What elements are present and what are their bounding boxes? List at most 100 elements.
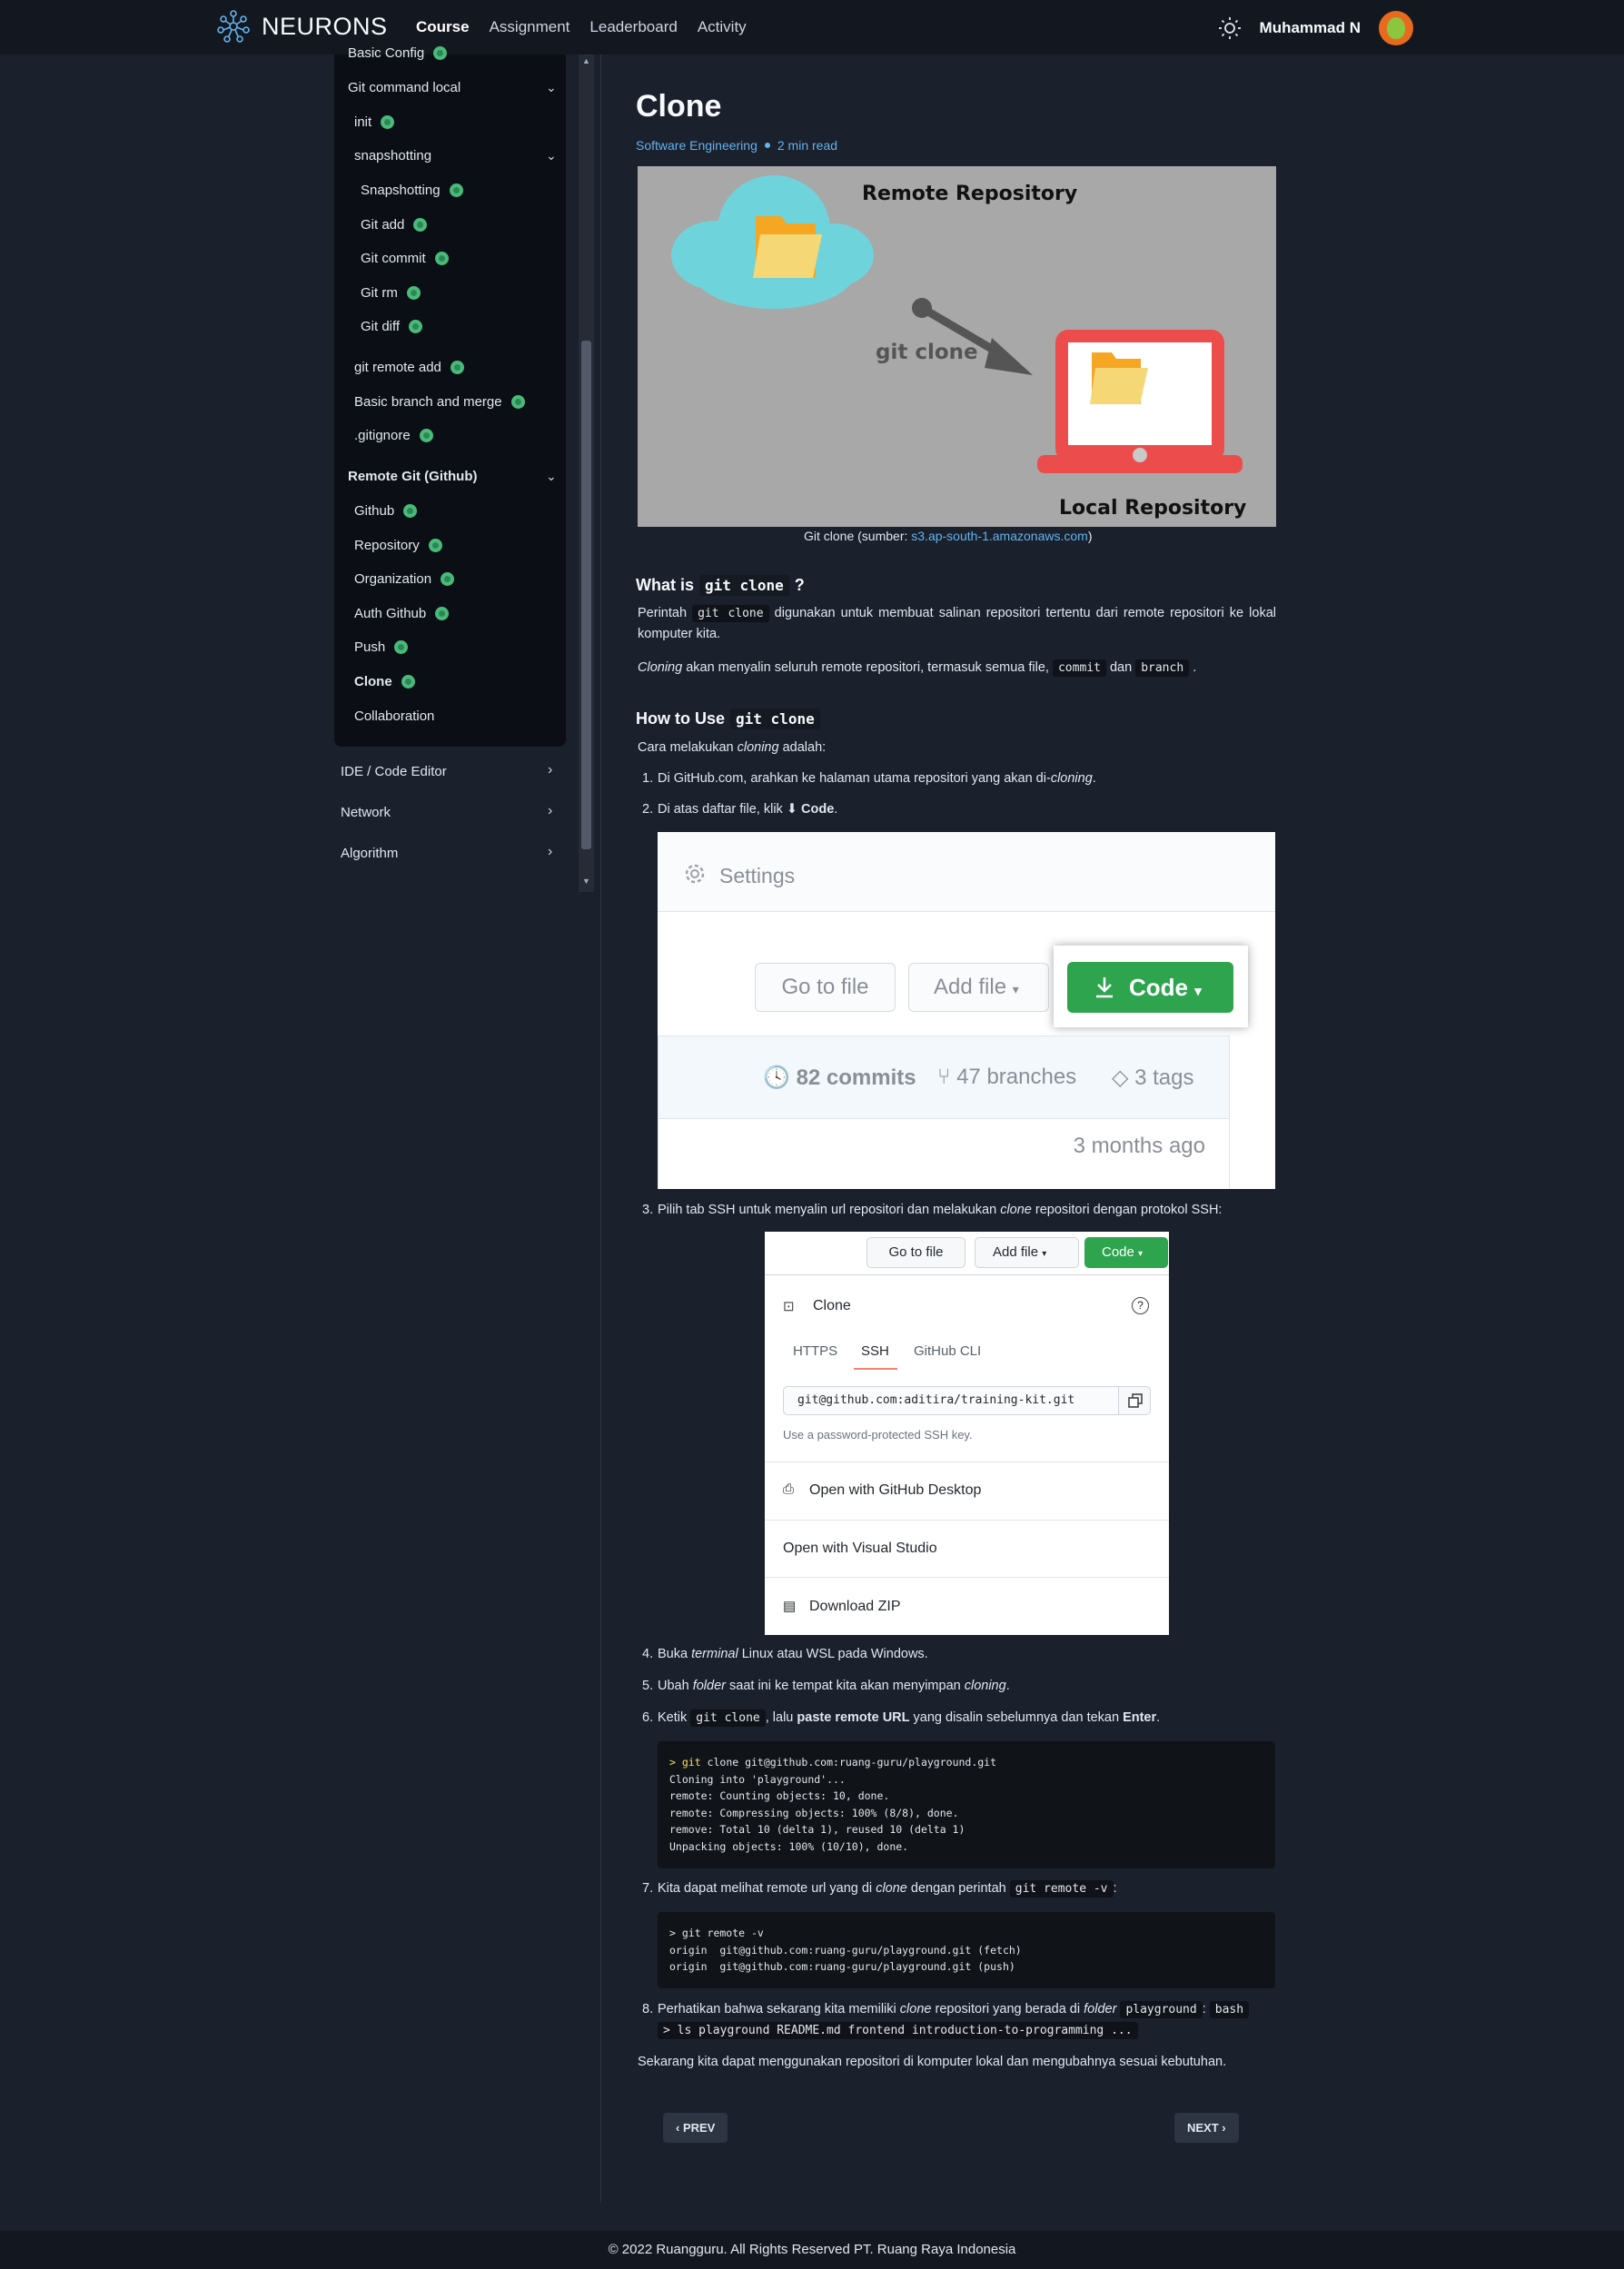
text: Pilih tab SSH untuk menyalin url reposit…: [658, 1203, 997, 1217]
caret-down-icon: ▾: [1194, 984, 1202, 999]
user-name[interactable]: Muhammad N: [1260, 19, 1361, 37]
inline-code: git clone: [690, 1709, 766, 1727]
sidebar-item-github[interactable]: Github: [354, 503, 418, 519]
prev-button[interactable]: ‹ PREV: [663, 2113, 728, 2143]
inline-code: commit: [1052, 659, 1106, 677]
nav-leaderboard[interactable]: Leaderboard: [589, 18, 677, 36]
sidebar-item-label: snapshotting: [354, 148, 432, 163]
text: dan: [1109, 660, 1133, 675]
check-icon: [510, 395, 525, 409]
text: Buka: [658, 1647, 688, 1661]
how-to-use-heading: How to Use git clone: [636, 708, 820, 729]
article-category[interactable]: Software Engineering: [636, 138, 758, 153]
text: folder: [1084, 2002, 1117, 2016]
help-icon: ?: [1132, 1297, 1149, 1314]
file-list-row: 3 months ago: [658, 1119, 1230, 1189]
sidebar-section-network[interactable]: Network: [341, 805, 391, 820]
sidebar-item-git-commit[interactable]: Git commit: [361, 251, 449, 266]
inline-code: playground: [1120, 2001, 1203, 2018]
paragraph-1: Perintah git clone digunakan untuk membu…: [638, 603, 1276, 645]
sidebar-section-ide[interactable]: IDE / Code Editor: [341, 764, 447, 779]
sidebar-item-organization[interactable]: Organization: [354, 571, 455, 587]
check-icon: [435, 607, 450, 620]
avatar[interactable]: [1379, 11, 1413, 45]
sidebar-item-collaboration[interactable]: Collaboration: [354, 708, 434, 724]
divider: [765, 1520, 1169, 1521]
code-block-git-remote[interactable]: > git remote -v origin git@github.com:ru…: [658, 1912, 1275, 1988]
nav-activity[interactable]: Activity: [698, 18, 747, 36]
github-code-button-screenshot: Settings Go to file Add file ▾ Code ▾ 🕓 …: [658, 832, 1275, 1189]
heading-code: git clone: [730, 708, 820, 729]
git-clone-illustration: Remote Repository git clone Local Reposi…: [638, 166, 1276, 527]
sidebar-item-git-command-local[interactable]: Git command local: [348, 80, 460, 95]
caption-link[interactable]: s3.ap-south-1.amazonaws.com: [911, 529, 1088, 543]
add-file-button: Add file ▾: [908, 963, 1049, 1012]
text: Perintah: [638, 606, 688, 620]
nav-course[interactable]: Course: [416, 18, 470, 36]
sidebar-item-git-rm[interactable]: Git rm: [361, 285, 421, 301]
chevron-left-icon: ‹: [676, 2121, 683, 2135]
sidebar-item-basic-branch-merge[interactable]: Basic branch and merge: [354, 394, 525, 410]
chevron-right-icon[interactable]: ›: [548, 803, 552, 819]
github-clone-dropdown-screenshot: Go to file Add file ▾ Code ▾ ⊡ Clone ? H…: [765, 1232, 1169, 1635]
sidebar-item-clone[interactable]: Clone: [354, 674, 415, 689]
theme-toggle-sun-icon[interactable]: [1218, 16, 1242, 40]
last-updated: 3 months ago: [1073, 1134, 1205, 1158]
text: clone: [1000, 1203, 1032, 1217]
how-intro: Cara melakukan cloning adalah:: [638, 738, 1276, 758]
sidebar-scrollbar[interactable]: ▲ ▼: [579, 54, 594, 892]
text: Di GitHub.com, arahkan ke halaman utama …: [658, 771, 1051, 786]
sidebar-item-snapshotting-group[interactable]: snapshotting: [354, 148, 431, 163]
text: akan menyalin seluruh remote repositori,…: [686, 660, 1049, 675]
code-line: Unpacking objects: 100% (10/10), done.: [669, 1839, 909, 1853]
chevron-right-icon[interactable]: ›: [548, 844, 552, 860]
sidebar-item-git-remote-add[interactable]: git remote add: [354, 360, 464, 375]
step-1: 1. Di GitHub.com, arahkan ke halaman utam…: [642, 768, 1275, 788]
sidebar-item-snapshotting[interactable]: Snapshotting: [361, 183, 463, 198]
next-button[interactable]: NEXT ›: [1174, 2113, 1239, 2143]
sidebar-item-remote-git[interactable]: Remote Git (Github): [348, 469, 478, 484]
nav-user-area: Muhammad N: [1218, 11, 1413, 45]
zip-icon: ▤: [783, 1599, 797, 1614]
copy-button: [1118, 1386, 1151, 1415]
caret-down-icon: ▾: [1012, 982, 1019, 996]
gear-icon: [685, 864, 705, 884]
sidebar-section-algorithm[interactable]: Algorithm: [341, 846, 398, 861]
chevron-down-icon[interactable]: ⌄: [546, 80, 557, 95]
sidebar-item-repository[interactable]: Repository: [354, 538, 442, 553]
step-8: 8. Perhatikan bahwa sekarang kita memilik…: [642, 1999, 1275, 2041]
download-zip: Download ZIP: [809, 1599, 901, 1614]
caret-down-icon: ▾: [1042, 1249, 1047, 1259]
commits-label: 82 commits: [796, 1065, 916, 1090]
code-block-git-clone[interactable]: > git clone git@github.com:ruang-guru/pl…: [658, 1741, 1275, 1868]
code-line: origin git@github.com:ruang-guru/playgro…: [669, 1960, 1015, 1973]
text: , lalu: [765, 1710, 794, 1725]
sidebar-item-git-diff[interactable]: Git diff: [361, 319, 423, 334]
code-label: Code: [1129, 974, 1188, 1001]
settings-bar: Settings: [658, 832, 1275, 912]
sidebar-item-git-add[interactable]: Git add: [361, 217, 428, 233]
sidebar-item-basic-config[interactable]: Basic Config: [348, 45, 448, 61]
branches-count: ⑂ 47 branches: [937, 1065, 1077, 1089]
sidebar-item-push[interactable]: Push: [354, 639, 409, 655]
heading-text: ?: [794, 576, 805, 594]
check-icon: [419, 429, 433, 442]
scroll-up-icon[interactable]: ▲: [582, 56, 590, 65]
clone-title: Clone: [813, 1298, 851, 1313]
text: repositori yang berada di: [935, 2002, 1081, 2016]
text: cloning: [1050, 771, 1093, 786]
brand-logo[interactable]: NEURONS: [216, 8, 388, 45]
scroll-thumb[interactable]: [581, 341, 591, 849]
chevron-down-icon[interactable]: ⌄: [546, 469, 557, 484]
scroll-down-icon[interactable]: ▼: [582, 877, 590, 886]
nav-assignment[interactable]: Assignment: [490, 18, 570, 36]
clone-url-input: git@github.com:aditira/training-kit.git: [783, 1386, 1119, 1415]
chevron-right-icon[interactable]: ›: [548, 762, 552, 778]
sidebar-item-auth-github[interactable]: Auth Github: [354, 606, 450, 621]
sidebar-item-label: Github: [354, 503, 395, 519]
text: dengan perintah: [910, 1881, 1006, 1896]
sidebar-item-init[interactable]: init: [354, 114, 395, 130]
sidebar-item-gitignore[interactable]: .gitignore: [354, 428, 433, 443]
chevron-down-icon[interactable]: ⌄: [546, 148, 557, 163]
text: Ubah: [658, 1679, 689, 1693]
